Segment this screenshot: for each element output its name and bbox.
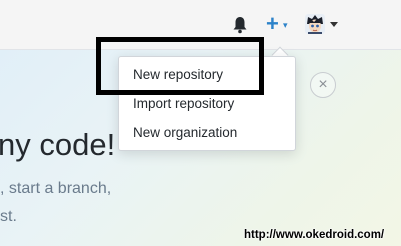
hero-title: ny code! (0, 127, 116, 162)
create-new-button[interactable]: + ▾ (266, 12, 292, 36)
menu-item-new-organization[interactable]: New organization (133, 124, 237, 142)
highlight-annotation-box (96, 37, 264, 95)
plus-icon: + (266, 11, 279, 36)
bell-icon[interactable] (232, 16, 248, 34)
watermark: http://www.okedroid.com/ (244, 229, 385, 241)
hero-text-line-1: , start a branch, (0, 180, 112, 197)
chevron-down-icon (330, 22, 338, 27)
chevron-down-icon: ▾ (283, 20, 288, 30)
close-button[interactable]: × (310, 72, 336, 98)
avatar (305, 14, 325, 34)
close-icon: × (318, 76, 328, 93)
menu-item-import-repository[interactable]: Import repository (133, 95, 234, 113)
hero-text-line-2: st. (0, 208, 17, 225)
user-menu-button[interactable] (305, 14, 339, 36)
avatar-icon (305, 14, 325, 34)
